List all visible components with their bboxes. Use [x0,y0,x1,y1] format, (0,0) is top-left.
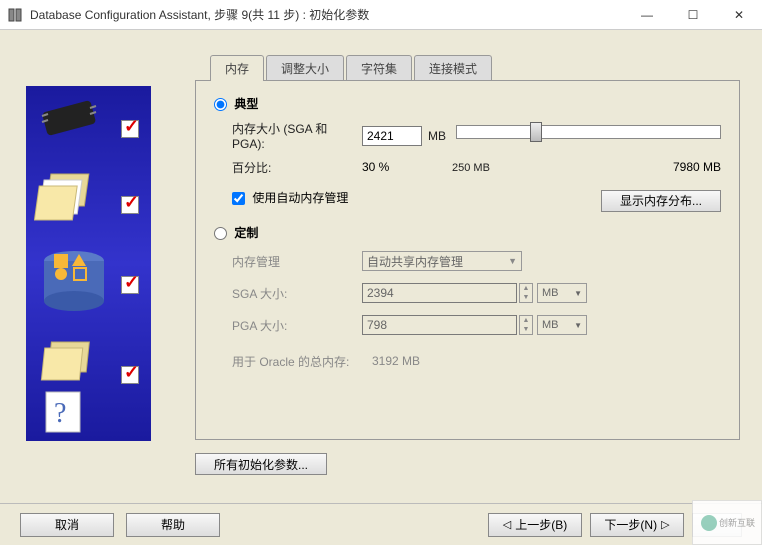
show-distribution-button[interactable]: 显示内存分布... [601,190,721,212]
cancel-button[interactable]: 取消 [20,513,114,537]
window-title: Database Configuration Assistant, 步骤 9(共… [30,6,624,23]
memory-size-unit: MB [428,129,446,143]
custom-radio[interactable] [214,227,227,240]
mem-mgmt-select: 自动共享内存管理▼ [362,251,522,271]
percent-value: 30 % [362,160,452,174]
total-memory-value: 3192 MB [372,354,420,368]
total-memory-label: 用于 Oracle 的总内存: [232,353,372,370]
pga-unit-select: MB▼ [537,315,587,335]
tab-charset[interactable]: 字符集 [346,55,412,81]
all-params-button[interactable]: 所有初始化参数... [195,453,327,475]
main-panel: 内存 调整大小 字符集 连接模式 典型 内存大小 (SGA 和 PGA): MB [195,55,740,475]
prev-button[interactable]: ◁上一步(B) [488,513,582,537]
maximize-button[interactable]: ☐ [670,0,716,30]
chevron-down-icon: ▼ [574,289,582,298]
auto-memory-checkbox[interactable] [232,192,245,205]
pga-label: PGA 大小: [232,317,362,334]
tab-memory[interactable]: 内存 [210,55,264,81]
wizard-step-1 [34,98,114,158]
chevron-right-icon: ▷ [661,518,669,531]
tab-content: 典型 内存大小 (SGA 和 PGA): MB 百分比: 30 % 250 [195,80,740,440]
chevron-down-icon: ▼ [508,256,517,266]
wizard-step-3 [34,246,114,306]
slider-thumb-icon[interactable] [530,122,542,142]
memory-slider[interactable] [456,125,721,147]
tab-sizing[interactable]: 调整大小 [266,55,344,81]
memory-size-input[interactable] [362,126,422,146]
wizard-step-5: ? [34,386,114,446]
tab-bar: 内存 调整大小 字符集 连接模式 [210,55,740,81]
chevron-down-icon: ▼ [574,321,582,330]
custom-label: 定制 [234,226,258,240]
auto-memory-label: 使用自动内存管理 [252,191,348,205]
wizard-sidebar: ? [26,86,151,441]
sga-input [362,283,517,303]
step-check-icon [121,196,139,214]
pga-input [362,315,517,335]
pga-spinner: ▲▼ [519,315,533,335]
memory-size-label: 内存大小 (SGA 和 PGA): [232,120,362,151]
step-check-icon [121,120,139,138]
help-button[interactable]: 帮助 [126,513,220,537]
titlebar: Database Configuration Assistant, 步骤 9(共… [0,0,762,30]
svg-text:?: ? [54,398,66,429]
step-check-icon [121,366,139,384]
next-button[interactable]: 下一步(N)▷ [590,513,684,537]
sga-spinner: ▲▼ [519,283,533,303]
app-icon [8,7,24,23]
close-button[interactable]: ✕ [716,0,762,30]
minimize-button[interactable]: — [624,0,670,30]
chevron-left-icon: ◁ [503,518,511,531]
percent-label: 百分比: [232,159,362,176]
slider-min-label: 250 MB [452,162,490,174]
wizard-step-2 [34,166,114,226]
typical-option[interactable]: 典型 [214,95,721,112]
typical-label: 典型 [234,97,258,111]
tab-connmode[interactable]: 连接模式 [414,55,492,81]
sga-unit-select: MB▼ [537,283,587,303]
custom-option[interactable]: 定制 [214,224,721,241]
watermark: 创新互联 [692,500,762,545]
slider-max-label: 7980 MB [673,160,721,174]
typical-radio[interactable] [214,98,227,111]
step-check-icon [121,276,139,294]
bottom-bar: 取消 帮助 ◁上一步(B) 下一步(N)▷ 完成(E) [0,503,762,545]
sga-label: SGA 大小: [232,285,362,302]
mem-mgmt-label: 内存管理 [232,253,362,270]
